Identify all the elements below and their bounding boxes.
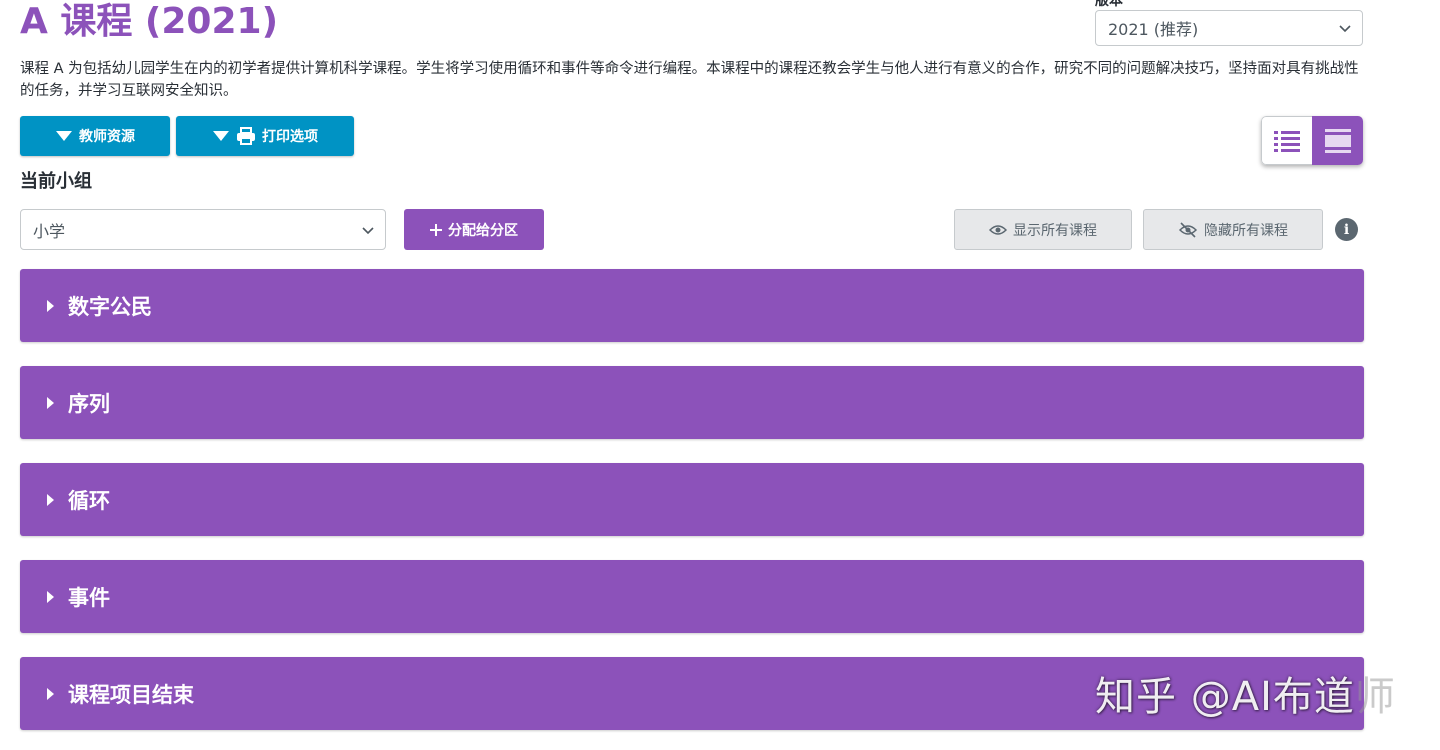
view-toggle: [1261, 116, 1363, 165]
caret-down-icon: [56, 131, 72, 141]
list-view-icon: [1274, 130, 1300, 152]
course-description: 课程 A 为包括幼儿园学生在内的初学者提供计算机科学课程。学生将学习使用循环和事…: [20, 61, 1359, 99]
show-all-lessons-button[interactable]: 显示所有课程: [954, 209, 1132, 250]
print-options-button[interactable]: 打印选项: [176, 116, 354, 156]
print-options-label: 打印选项: [262, 129, 318, 145]
current-group-label: 当前小组: [20, 171, 92, 192]
unit-title: 事件: [68, 585, 110, 610]
course-page: A 课程 (2021) 版本 2021 (推荐) 课程 A 为包括幼儿园学生在内…: [0, 0, 1440, 750]
caret-right-icon: [47, 687, 54, 700]
chevron-down-icon: [362, 226, 374, 234]
show-all-lessons-label: 显示所有课程: [1013, 222, 1097, 239]
version-label: 版本: [1095, 0, 1123, 9]
chevron-down-icon: [1339, 25, 1351, 33]
unit-title: 循环: [68, 488, 110, 513]
caret-down-icon: [213, 131, 229, 141]
caret-right-icon: [47, 590, 54, 603]
unit-title: 序列: [68, 391, 110, 416]
version-selected-value: 2021 (推荐): [1108, 20, 1199, 39]
hide-all-lessons-button[interactable]: 隐藏所有课程: [1143, 209, 1323, 250]
unit-row[interactable]: 事件: [20, 560, 1364, 633]
teacher-resources-label: 教师资源: [79, 129, 135, 145]
caret-right-icon: [47, 493, 54, 506]
card-view-icon: [1324, 128, 1351, 153]
version-dropdown[interactable]: 2021 (推荐): [1095, 10, 1363, 46]
caret-right-icon: [47, 396, 54, 409]
info-icon[interactable]: i: [1335, 218, 1358, 241]
group-selected-value: 小学: [33, 221, 66, 241]
eye-slash-icon: [1178, 221, 1198, 238]
unit-row[interactable]: 数字公民: [20, 269, 1364, 342]
assign-to-section-button[interactable]: 分配给分区: [404, 209, 544, 250]
page-title: A 课程 (2021): [20, 1, 279, 42]
list-view-button[interactable]: [1261, 116, 1312, 165]
unit-title: 数字公民: [68, 294, 152, 319]
caret-right-icon: [47, 299, 54, 312]
assign-to-section-label: 分配给分区: [448, 222, 518, 239]
watermark-tail: 师: [1354, 674, 1396, 720]
group-dropdown[interactable]: 小学: [20, 209, 386, 250]
teacher-resources-button[interactable]: 教师资源: [20, 116, 170, 156]
watermark-text: 知乎 @AI布道: [1095, 674, 1355, 720]
eye-icon: [989, 224, 1007, 235]
unit-row[interactable]: 循环: [20, 463, 1364, 536]
hide-all-lessons-label: 隐藏所有课程: [1204, 222, 1288, 239]
unit-row[interactable]: 序列: [20, 366, 1364, 439]
card-view-button[interactable]: [1312, 116, 1363, 165]
plus-icon: [430, 223, 442, 236]
printer-icon: [237, 127, 255, 145]
unit-title: 课程项目结束: [68, 682, 194, 707]
watermark: 知乎 @AI布道师: [1095, 664, 1396, 722]
